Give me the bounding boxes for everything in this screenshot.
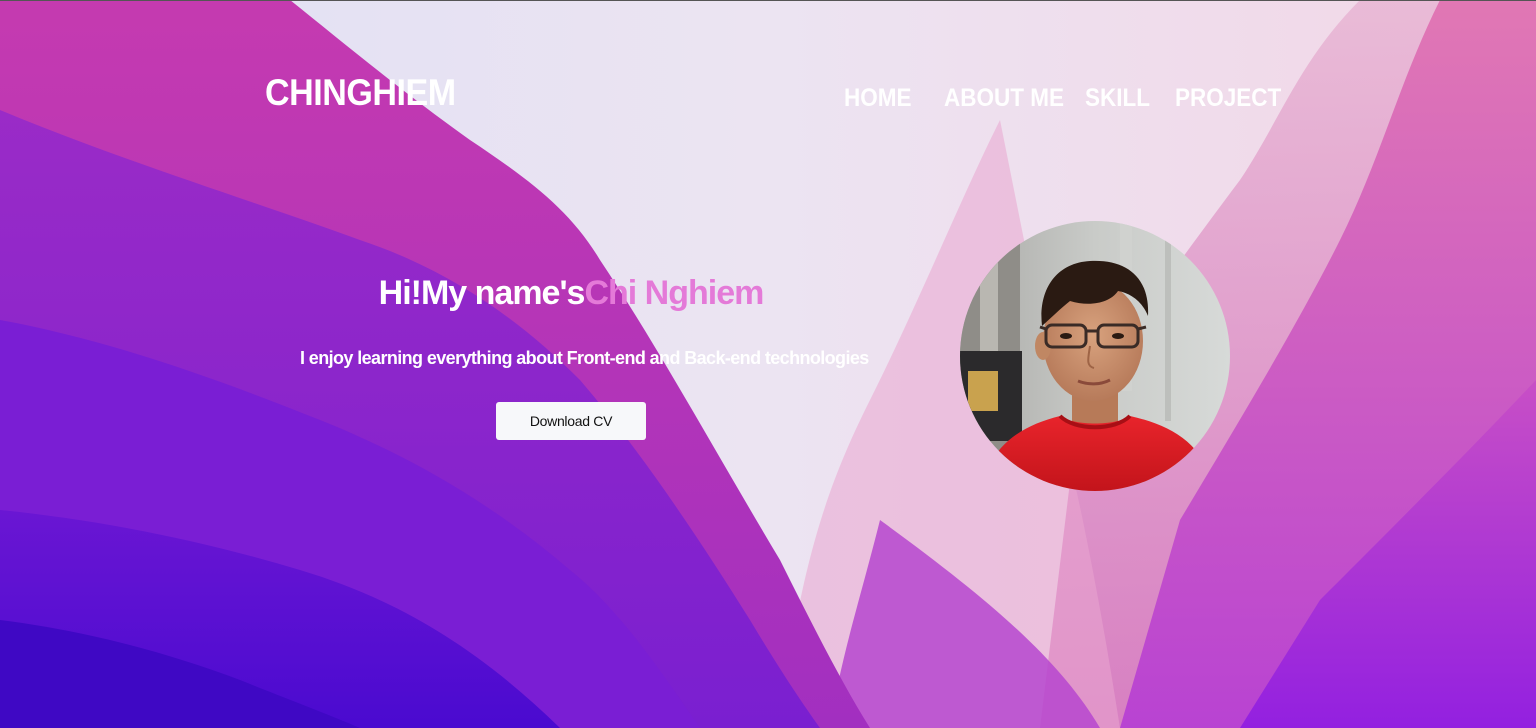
hero-headline: Hi!My name'sChi Nghiem (310, 274, 832, 313)
hero-greeting: Hi!My name's (378, 274, 586, 312)
nav-skill[interactable]: SKILL (1085, 84, 1150, 113)
main-nav: HOME ABOUT ME SKILL PROJECT (844, 84, 1285, 113)
profile-photo-icon (960, 221, 1230, 491)
nav-about-me[interactable]: ABOUT ME (944, 84, 1064, 113)
hero-name: Chi Nghiem (584, 274, 764, 312)
site-logo[interactable]: CHINGHIEM (265, 72, 456, 114)
nav-home[interactable]: HOME (844, 84, 916, 113)
hero-tagline: I enjoy learning everything about Front-… (300, 348, 869, 368)
download-cv-button[interactable]: Download CV (496, 402, 646, 440)
top-border (0, 0, 1536, 1)
avatar (960, 221, 1230, 491)
nav-project[interactable]: PROJECT (1175, 84, 1281, 113)
